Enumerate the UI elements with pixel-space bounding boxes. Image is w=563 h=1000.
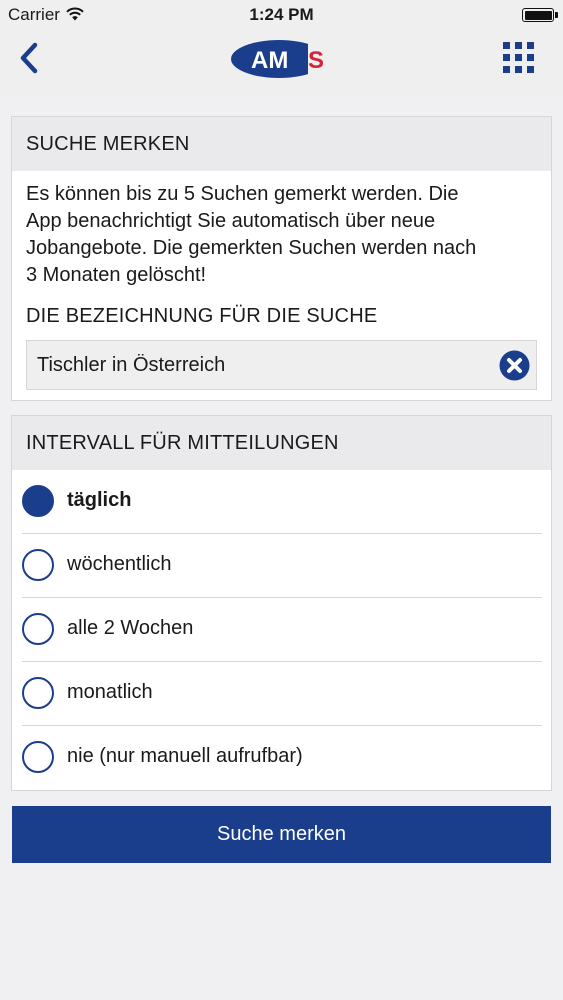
radio-option-never[interactable]: nie (nur manuell aufrufbar): [22, 726, 542, 790]
info-line: 3 Monaten gelöscht!: [26, 264, 207, 286]
radio-button[interactable]: [22, 549, 54, 581]
radio-button[interactable]: [22, 613, 54, 645]
radio-option-biweekly[interactable]: alle 2 Wochen: [22, 598, 542, 662]
radio-label: nie (nur manuell aufrufbar): [67, 745, 303, 767]
clear-x-circle-icon[interactable]: [499, 350, 530, 381]
radio-label: monatlich: [67, 681, 153, 703]
info-text: Es können bis zu 5 Suchen gemerkt werden…: [26, 181, 542, 289]
save-search-card: SUCHE MERKEN Es können bis zu 5 Suchen g…: [11, 116, 552, 401]
radio-button-selected[interactable]: [22, 485, 54, 517]
grid-menu-button[interactable]: [503, 42, 535, 74]
radio-button[interactable]: [22, 741, 54, 773]
info-line: App benachrichtigt Sie automatisch über …: [26, 210, 436, 232]
interval-card: INTERVALL FÜR MITTEILUNGEN täglich wöche…: [11, 415, 552, 791]
radio-option-monthly[interactable]: monatlich: [22, 662, 542, 726]
radio-option-weekly[interactable]: wöchentlich: [22, 534, 542, 598]
nav-bar: AM S: [0, 30, 563, 94]
info-line: Jobangebote. Die gemerkten Suchen werden…: [26, 237, 477, 259]
radio-label: alle 2 Wochen: [67, 617, 194, 639]
svg-text:AM: AM: [251, 47, 288, 74]
search-name-label: DIE BEZEICHNUNG FÜR DIE SUCHE: [26, 305, 378, 327]
radio-button[interactable]: [22, 677, 54, 709]
search-name-input[interactable]: [37, 341, 487, 389]
save-search-button[interactable]: Suche merken: [12, 806, 551, 863]
search-name-field: [26, 340, 537, 390]
svg-text:S: S: [308, 47, 324, 74]
back-button[interactable]: [14, 40, 44, 76]
interval-header: INTERVALL FÜR MITTEILUNGEN: [12, 416, 551, 470]
info-line: Es können bis zu 5 Suchen gemerkt werden…: [26, 183, 459, 205]
ams-logo: AM S: [231, 40, 335, 78]
save-search-header: SUCHE MERKEN: [12, 117, 551, 171]
radio-label: täglich: [67, 489, 132, 511]
status-bar: Carrier 1:24 PM: [0, 0, 563, 30]
radio-label: wöchentlich: [67, 553, 172, 575]
clock: 1:24 PM: [249, 5, 314, 24]
radio-option-daily[interactable]: täglich: [22, 470, 542, 534]
battery-icon: [522, 8, 558, 22]
